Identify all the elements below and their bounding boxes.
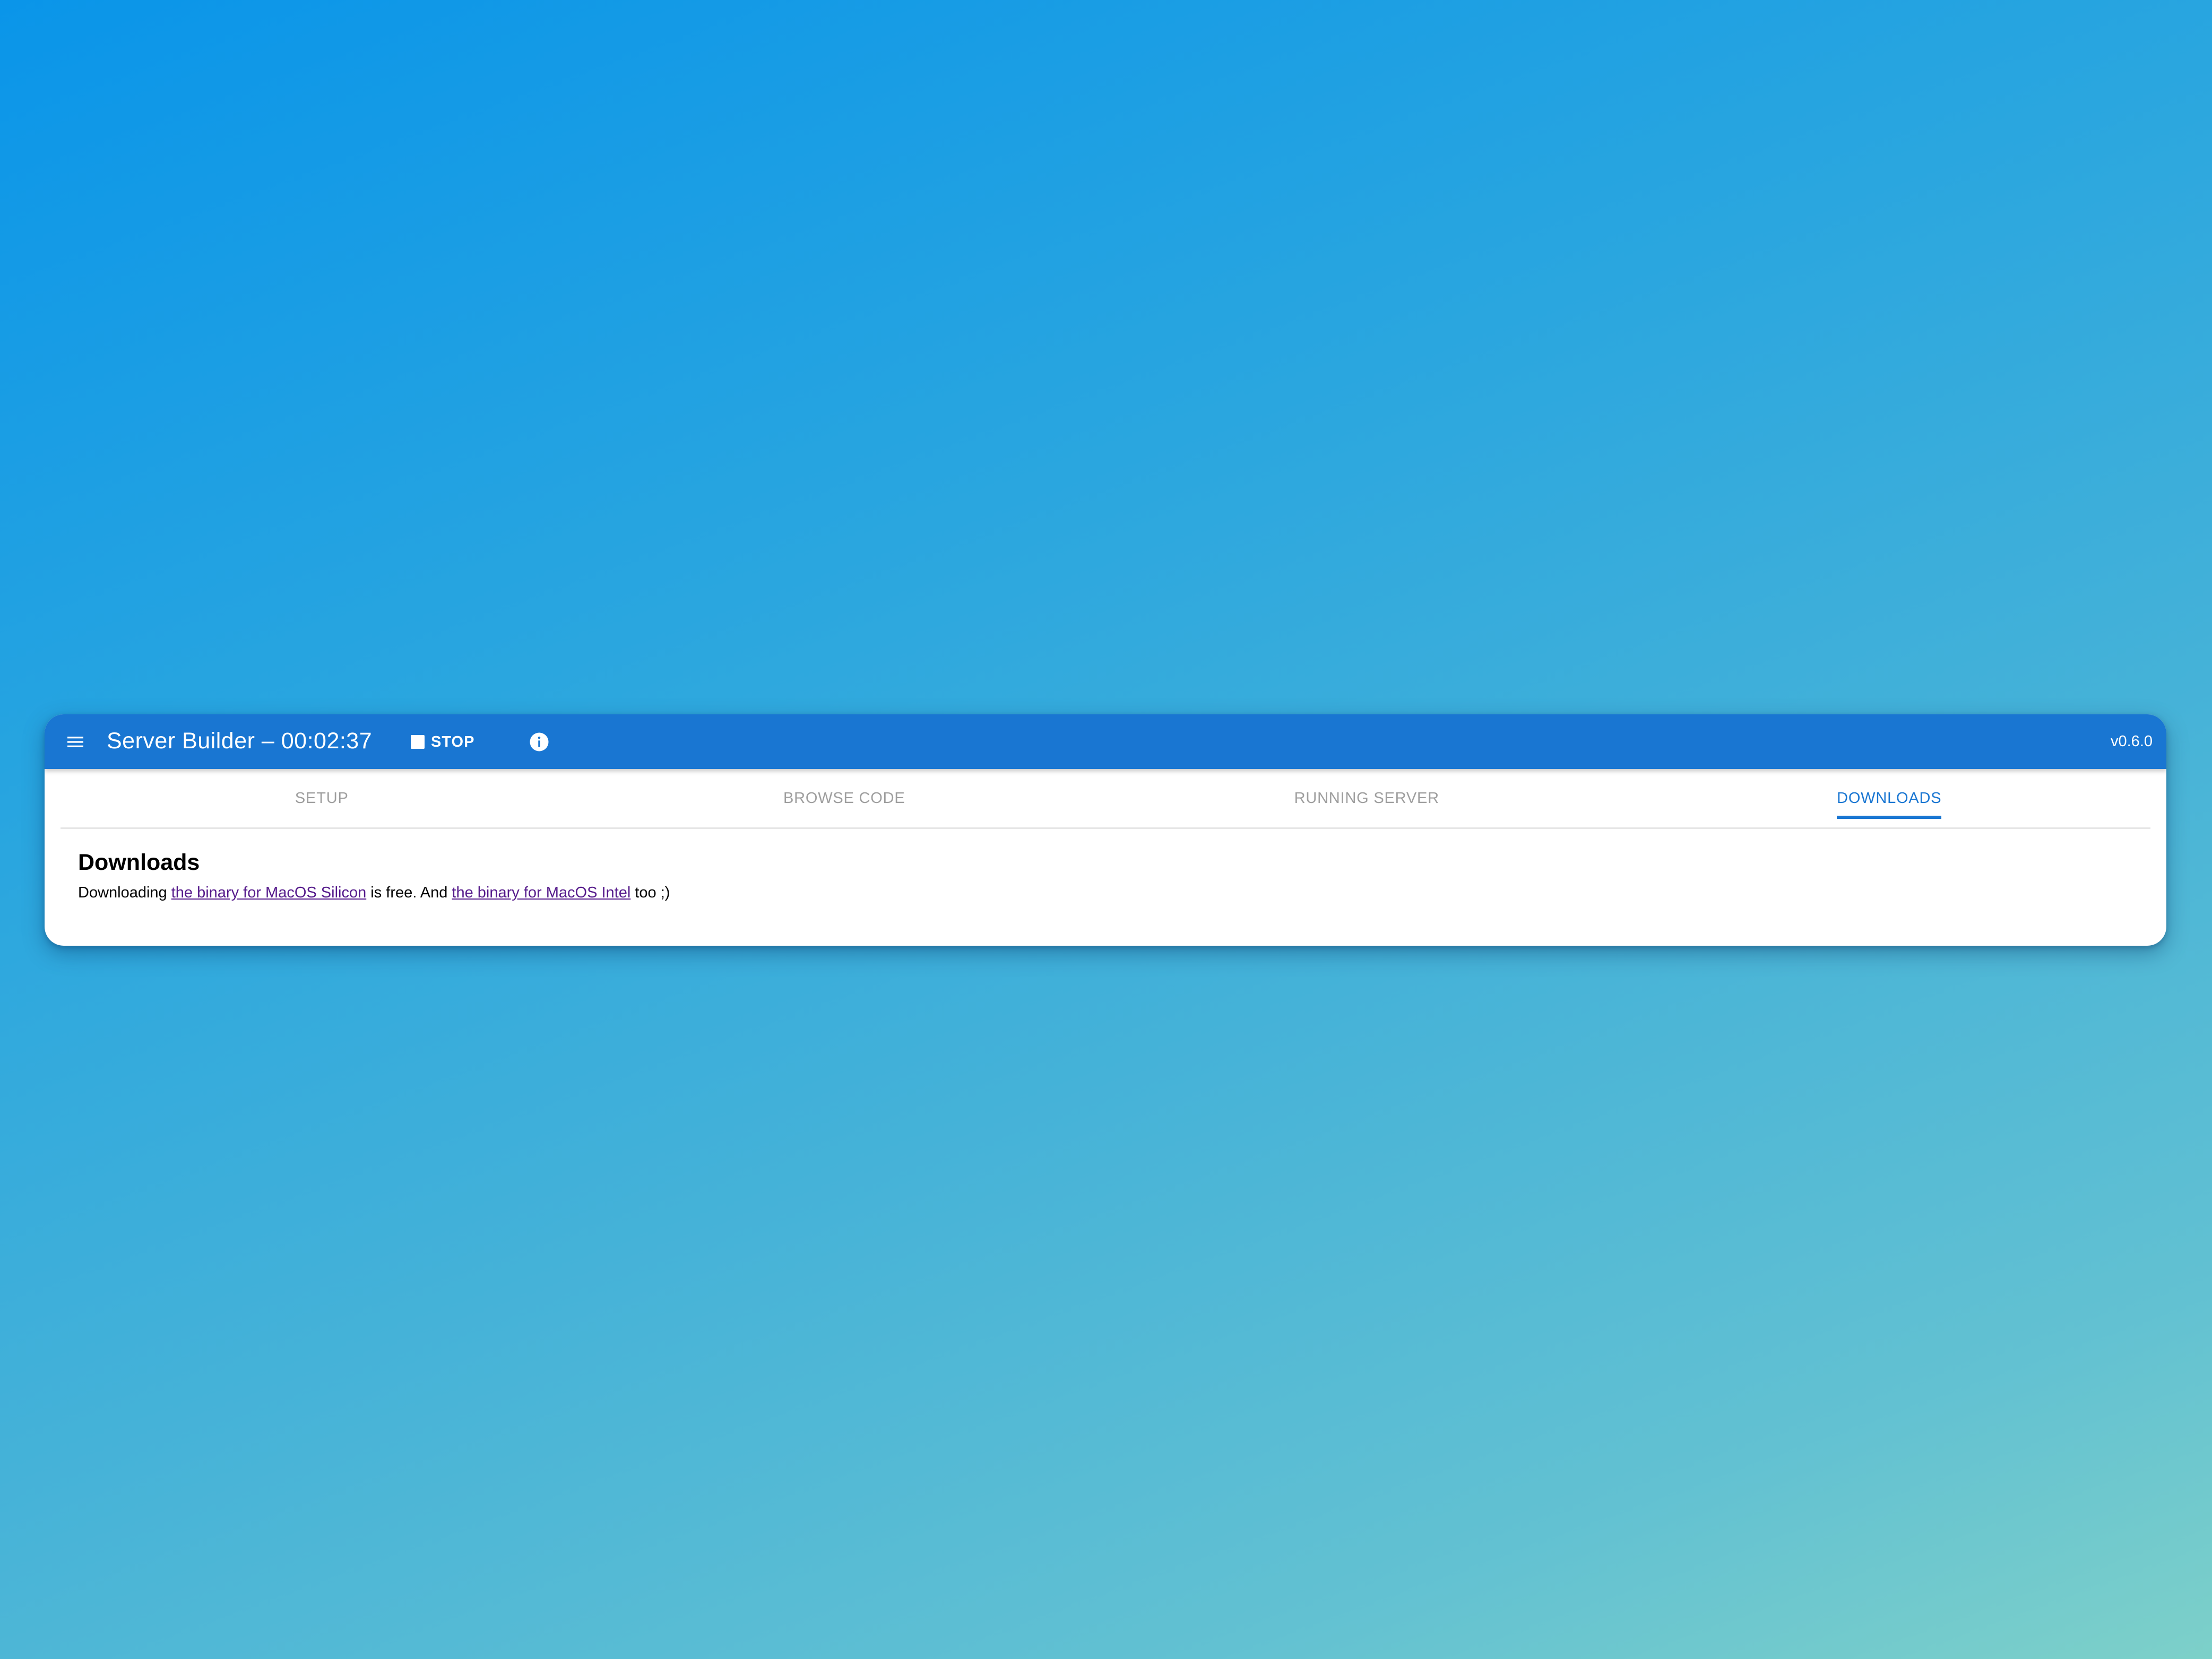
tab-browse-code[interactable]: BROWSE CODE bbox=[583, 769, 1106, 827]
version-label: v0.6.0 bbox=[2111, 733, 2153, 750]
tab-label: RUNNING SERVER bbox=[1294, 789, 1439, 807]
tab-bar: SETUP BROWSE CODE RUNNING SERVER DOWNLOA… bbox=[61, 769, 2150, 829]
tab-label: BROWSE CODE bbox=[783, 789, 905, 807]
downloads-description: Downloading the binary for MacOS Silicon… bbox=[78, 882, 670, 903]
app-window: Server Builder – 00:02:37 STOP v0.6.0 SE… bbox=[45, 714, 2166, 946]
app-bar: Server Builder – 00:02:37 STOP v0.6.0 bbox=[45, 714, 2166, 769]
tab-downloads[interactable]: DOWNLOADS bbox=[1628, 769, 2151, 827]
app-title: Server Builder – 00:02:37 bbox=[107, 728, 373, 754]
info-button[interactable] bbox=[526, 729, 552, 755]
tab-label: SETUP bbox=[295, 789, 349, 807]
macos-intel-link[interactable]: the binary for MacOS Intel bbox=[452, 884, 630, 901]
macos-silicon-link[interactable]: the binary for MacOS Silicon bbox=[171, 884, 366, 901]
stop-button[interactable]: STOP bbox=[403, 728, 482, 756]
page-title: Downloads bbox=[78, 850, 200, 875]
stop-icon bbox=[411, 735, 425, 749]
tab-running-server[interactable]: RUNNING SERVER bbox=[1105, 769, 1628, 827]
downloads-panel: Downloads Downloading the binary for Mac… bbox=[78, 848, 670, 903]
menu-icon bbox=[67, 737, 83, 747]
description-text: too ;) bbox=[630, 884, 670, 901]
description-text: is free. And bbox=[366, 884, 452, 901]
tab-setup[interactable]: SETUP bbox=[61, 769, 583, 827]
description-text: Downloading bbox=[78, 884, 171, 901]
menu-button[interactable] bbox=[63, 729, 88, 755]
stop-button-label: STOP bbox=[431, 733, 475, 750]
tab-label: DOWNLOADS bbox=[1837, 789, 1942, 819]
info-icon bbox=[530, 732, 549, 751]
